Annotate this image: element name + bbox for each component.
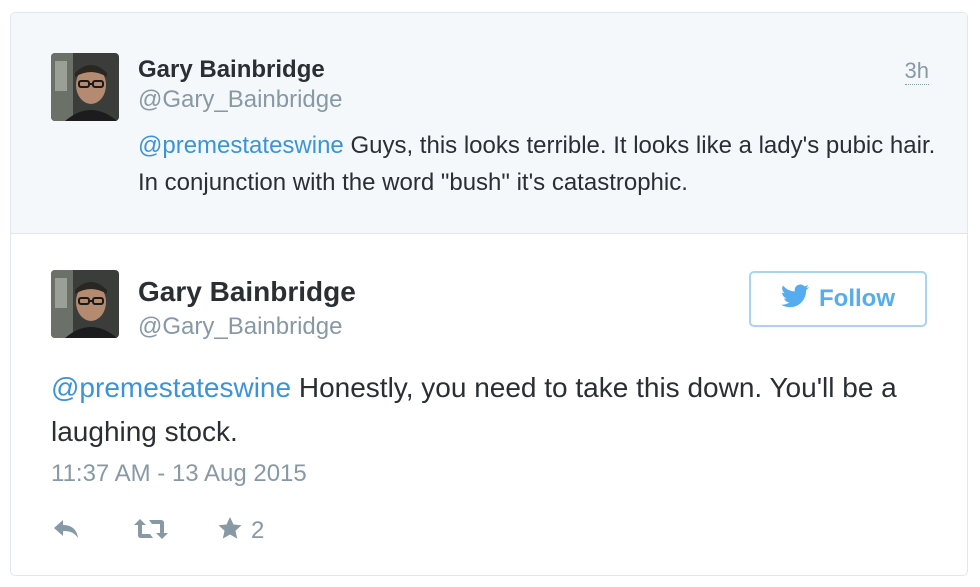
- tweet-text: @premestateswine Guys, this looks terrib…: [138, 127, 938, 201]
- author-name[interactable]: Gary Bainbridge: [138, 56, 325, 84]
- relative-time-link[interactable]: 3h: [904, 58, 929, 85]
- star-icon: [217, 516, 243, 547]
- mention-link[interactable]: @premestateswine: [138, 132, 344, 159]
- retweet-icon: [133, 517, 169, 546]
- tweet-actions: 2: [51, 513, 264, 549]
- favorite-count: 2: [251, 517, 265, 544]
- retweet-button[interactable]: [133, 517, 177, 546]
- tweet-embed-card: Gary Bainbridge @Gary_Bainbridge 3h @pre…: [10, 12, 968, 576]
- favorite-button[interactable]: 2: [217, 516, 264, 547]
- reply-icon: [51, 517, 81, 546]
- follow-button[interactable]: Follow: [749, 271, 927, 327]
- author-handle[interactable]: @Gary_Bainbridge: [138, 313, 342, 341]
- twitter-bird-icon: [781, 283, 809, 315]
- avatar[interactable]: [51, 270, 119, 338]
- mention-link[interactable]: @premestateswine: [51, 372, 291, 403]
- tweet-timestamp[interactable]: 11:37 AM - 13 Aug 2015: [51, 460, 307, 488]
- author-handle[interactable]: @Gary_Bainbridge: [138, 86, 342, 114]
- parent-tweet: Gary Bainbridge @Gary_Bainbridge 3h @pre…: [11, 13, 967, 234]
- avatar[interactable]: [51, 53, 119, 121]
- author-name[interactable]: Gary Bainbridge: [138, 276, 356, 308]
- reply-button[interactable]: [51, 517, 95, 546]
- follow-label: Follow: [819, 285, 895, 312]
- tweet-text: @premestateswine Honestly, you need to t…: [51, 366, 931, 454]
